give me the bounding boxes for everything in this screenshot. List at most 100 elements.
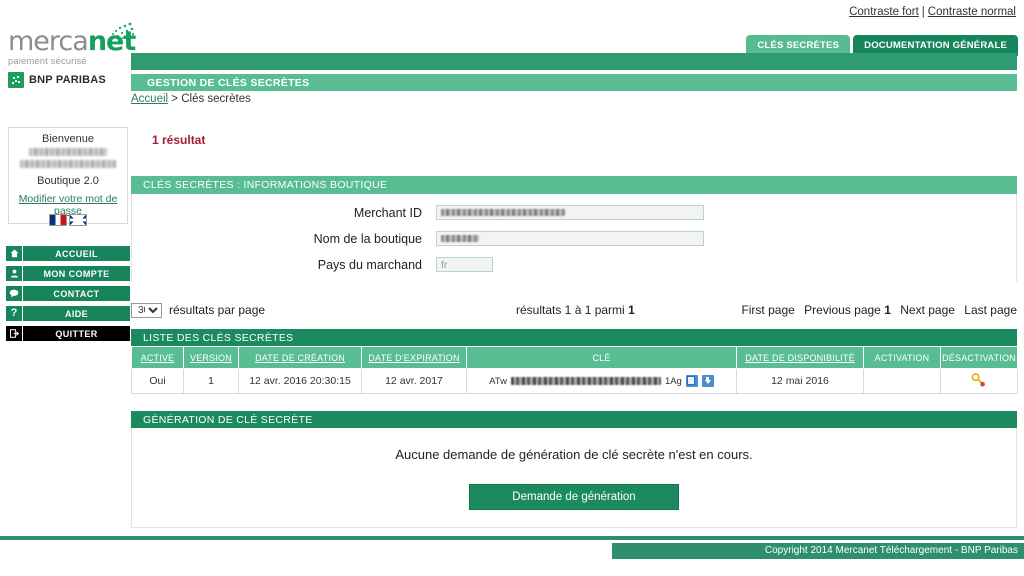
- column-active[interactable]: ACTIVE: [131, 346, 184, 369]
- brand-logo: mercanet paiement sécurisé BNP PARIBAS: [8, 22, 136, 88]
- sidebar-item-aide-label: AIDE: [64, 308, 89, 319]
- first-page-link[interactable]: First page: [741, 303, 794, 317]
- generation-panel-header: GÉNÉRATION DE CLÉ SECRÈTE: [131, 411, 1017, 429]
- welcome-box: Bienvenue Boutique 2.0 Modifier votre mo…: [8, 127, 128, 224]
- bnp-paribas-label: BNP PARIBAS: [29, 74, 106, 86]
- sidebar-item-contact-label: CONTACT: [53, 288, 100, 299]
- table-row: Oui 1 12 avr. 2016 20:30:15 12 avr. 2017…: [131, 368, 1018, 394]
- cell-activation: [863, 368, 941, 394]
- download-key-icon[interactable]: [701, 375, 714, 387]
- logo-text-merca: merca: [8, 26, 89, 57]
- country-value: fr: [441, 258, 448, 271]
- result-range: résultats 1 à 1 parmi 1: [516, 303, 635, 317]
- user-detail-redacted: [20, 160, 116, 168]
- generation-panel-body: Aucune demande de génération de clé secr…: [131, 428, 1017, 528]
- table-header-row: ACTIVE VERSION DATE DE CRÉATION DATE D'E…: [131, 346, 1018, 369]
- breadcrumb-separator: >: [171, 93, 178, 105]
- contrast-separator: |: [921, 6, 925, 18]
- column-key: CLÉ: [466, 346, 737, 369]
- column-availability-date[interactable]: DATE DE DISPONIBILITÉ: [736, 346, 864, 369]
- footer: Copyright 2014 Mercanet Téléchargement -…: [0, 543, 1024, 559]
- sidebar-item-quitter[interactable]: QUITTER: [6, 326, 130, 341]
- key-disable-icon[interactable]: [971, 372, 987, 387]
- breadcrumb: Accueil > Clés secrètes: [131, 93, 251, 105]
- pager-links: First page Previous page 1 Next page Las…: [735, 303, 1017, 317]
- flag-fr-icon[interactable]: [49, 213, 67, 226]
- home-icon: [6, 246, 23, 261]
- cell-key: ATw 1Ag: [466, 368, 737, 394]
- exit-icon: [6, 326, 23, 341]
- form-row-country: Pays du marchand fr: [132, 257, 1016, 272]
- last-page-link[interactable]: Last page: [964, 303, 1017, 317]
- shop-info-form: Merchant ID Nom de la boutique Pays du m…: [131, 194, 1017, 282]
- shop-name-label: Nom de la boutique: [313, 231, 422, 246]
- cell-expiration-date: 12 avr. 2017: [361, 368, 467, 394]
- bnp-paribas-logo: BNP PARIBAS: [8, 72, 130, 88]
- page-title: GESTION DE CLÉS SECRÈTES: [147, 77, 310, 89]
- results-per-page-select[interactable]: 30: [131, 302, 162, 318]
- cell-active: Oui: [131, 368, 184, 394]
- cell-availability-date: 12 mai 2016: [736, 368, 864, 394]
- column-expiration-date[interactable]: DATE D'EXPIRATION: [361, 346, 467, 369]
- result-count: 1 résultat: [152, 133, 206, 147]
- key-suffix: 1Ag: [664, 375, 682, 387]
- sidebar-item-aide[interactable]: ? AIDE: [6, 306, 130, 321]
- contrast-strong-link[interactable]: Contraste fort: [849, 6, 919, 18]
- shop-info-panel-header: CLÉS SECRÈTES : INFORMATIONS BOUTIQUE: [131, 176, 1017, 194]
- shop-label: Boutique 2.0: [37, 175, 99, 187]
- merchant-id-field[interactable]: [436, 205, 704, 220]
- keys-table-title: LISTE DES CLÉS SECRÈTES: [143, 332, 294, 344]
- user-icon: [6, 266, 23, 281]
- bnp-stars-icon: [8, 72, 24, 88]
- key-value-redacted: [510, 377, 661, 385]
- logo-dots-icon: [112, 22, 135, 39]
- column-creation-date[interactable]: DATE DE CRÉATION: [238, 346, 362, 369]
- country-field[interactable]: fr: [436, 257, 493, 272]
- country-label: Pays du marchand: [317, 257, 422, 272]
- footer-rule: [0, 536, 1024, 540]
- user-name-redacted: [29, 148, 107, 156]
- copy-key-icon[interactable]: [685, 375, 698, 387]
- cell-version: 1: [183, 368, 239, 394]
- shop-name-field[interactable]: [436, 231, 704, 246]
- pagination-bar: 30 résultats par page résultats 1 à 1 pa…: [131, 296, 1017, 324]
- header-strip-dark: [131, 53, 1017, 70]
- generation-message: Aucune demande de génération de clé secr…: [395, 447, 753, 462]
- merchant-id-value-redacted: [441, 209, 565, 216]
- sidebar-item-mon-compte[interactable]: MON COMPTE: [6, 266, 130, 281]
- question-mark-icon: ?: [6, 306, 23, 321]
- sidebar-item-quitter-label: QUITTER: [55, 328, 98, 339]
- welcome-label: Bienvenue: [42, 133, 94, 145]
- contrast-links: Contraste fort | Contraste normal: [849, 6, 1016, 18]
- logo-tagline: paiement sécurisé: [8, 56, 87, 67]
- secret-keys-table: ACTIVE VERSION DATE DE CRÉATION DATE D'E…: [131, 346, 1018, 394]
- column-deactivation: DÉSACTIVATION: [940, 346, 1018, 369]
- sidebar-item-accueil[interactable]: ACCUEIL: [6, 246, 130, 261]
- generation-panel-title: GÉNÉRATION DE CLÉ SECRÈTE: [143, 414, 313, 426]
- next-page-link[interactable]: Next page: [900, 303, 955, 317]
- keys-table-panel-header: LISTE DES CLÉS SECRÈTES: [131, 329, 1017, 347]
- previous-page-link[interactable]: Previous page: [804, 303, 881, 317]
- breadcrumb-home-link[interactable]: Accueil: [131, 93, 168, 105]
- shop-info-panel-title: CLÉS SECRÈTES : INFORMATIONS BOUTIQUE: [143, 179, 388, 191]
- footer-left-spacer: [0, 543, 612, 559]
- sidebar-item-contact[interactable]: CONTACT: [6, 286, 130, 301]
- result-range-total: 1: [628, 303, 635, 317]
- copyright-text: Copyright 2014 Mercanet Téléchargement -…: [764, 545, 1018, 556]
- language-flags: [8, 212, 128, 226]
- column-activation: ACTIVATION: [863, 346, 941, 369]
- speech-bubble-icon: [6, 286, 23, 301]
- result-range-text: résultats 1 à 1 parmi: [516, 303, 629, 317]
- cell-deactivation: [940, 368, 1018, 394]
- key-prefix: ATw: [489, 375, 507, 387]
- merchant-id-label: Merchant ID: [353, 205, 422, 220]
- shop-name-value-redacted: [441, 235, 479, 242]
- contrast-normal-link[interactable]: Contraste normal: [928, 6, 1016, 18]
- sidebar-item-accueil-label: ACCUEIL: [55, 248, 98, 259]
- current-page-number: 1: [884, 303, 891, 317]
- column-version[interactable]: VERSION: [183, 346, 239, 369]
- sidebar-nav: ACCUEIL MON COMPTE CONTACT ? AIDE QUITTE…: [6, 246, 130, 346]
- flag-uk-icon[interactable]: [69, 213, 87, 226]
- request-generation-button[interactable]: Demande de génération: [469, 484, 679, 510]
- form-row-shop-name: Nom de la boutique: [132, 231, 1016, 246]
